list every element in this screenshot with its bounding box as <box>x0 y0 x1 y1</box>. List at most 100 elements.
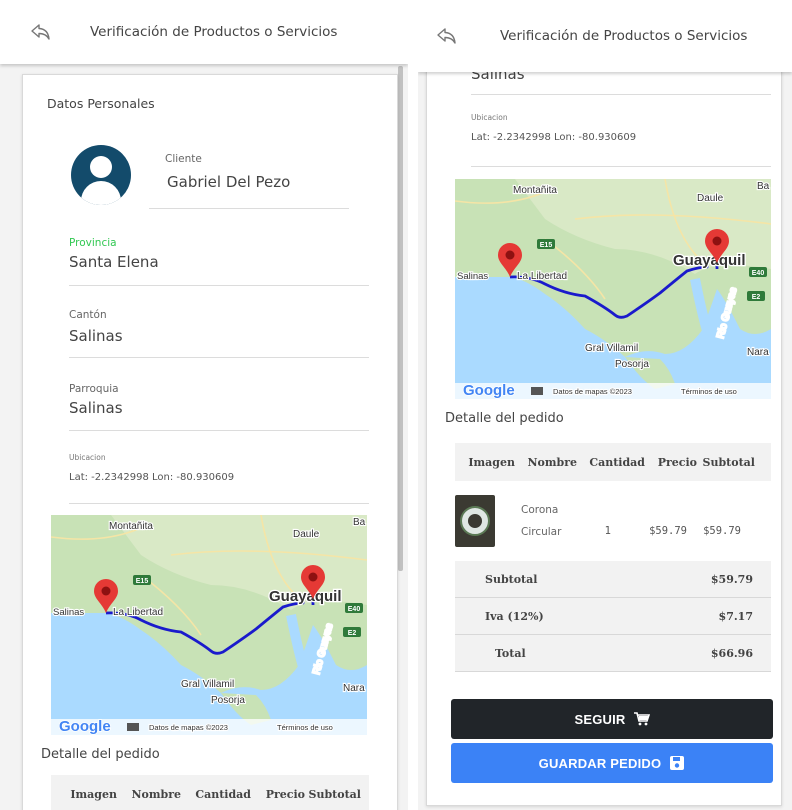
section-title-personal: Datos Personales <box>47 96 155 111</box>
svg-text:Google: Google <box>463 382 515 399</box>
save-order-button[interactable]: GUARDAR PEDIDO <box>451 743 773 783</box>
right-screen: Verificación de Productos o Servicios Sa… <box>418 0 792 810</box>
location-value: Lat: -2.2342998 Lon: -80.930609 <box>471 132 637 143</box>
product-qty: 1 <box>604 525 611 537</box>
svg-text:Google: Google <box>59 718 111 735</box>
col-image: Imagen <box>468 455 515 469</box>
svg-text:Montañita: Montañita <box>513 185 557 196</box>
summary-value: $7.17 <box>718 609 753 623</box>
svg-text:E15: E15 <box>136 578 149 585</box>
col-price: Precio <box>657 455 697 469</box>
col-qty: Cantidad <box>195 787 251 801</box>
client-value: Gabriel Del Pezo <box>167 173 291 191</box>
route-map[interactable]: E15 E40 E2 Montañita Daule Ba Guayaquil Salinas… <box>51 515 367 735</box>
parish-value[interactable]: Salinas <box>69 399 369 417</box>
col-name: Nombre <box>131 787 181 801</box>
product-price: $59.79 <box>649 525 687 537</box>
client-label: Cliente <box>165 153 202 165</box>
save-order-label: GUARDAR PEDIDO <box>538 755 662 771</box>
svg-text:Daule: Daule <box>293 529 320 540</box>
svg-text:E40: E40 <box>348 606 361 613</box>
svg-text:Ba: Ba <box>353 517 366 528</box>
province-field: Provincia Santa Elena <box>69 237 369 286</box>
back-arrow-icon[interactable] <box>26 17 56 47</box>
col-image: Imagen <box>70 787 117 801</box>
back-arrow-icon[interactable] <box>432 21 462 51</box>
top-bar: Verificación de Productos o Servicios <box>418 0 792 72</box>
svg-text:Salinas: Salinas <box>457 271 488 282</box>
order-table: Imagen Nombre Cantidad Precio Subtotal <box>51 775 369 810</box>
continue-label: SEGUIR <box>574 711 626 727</box>
product-image <box>455 495 495 547</box>
shopping-cart-icon <box>633 712 650 726</box>
canton-value[interactable]: Salinas <box>69 327 369 345</box>
col-subtotal: Subtotal <box>702 455 755 469</box>
order-summary: Subtotal $59.79 Iva (12%) $7.17 Total $6… <box>455 561 771 672</box>
svg-text:E15: E15 <box>540 242 553 249</box>
order-card: Salinas Ubicacion Lat: -2.2342998 Lon: -… <box>426 56 782 806</box>
col-subtotal: Subtotal <box>308 787 361 801</box>
summary-value: $59.79 <box>710 572 753 586</box>
table-row: Corona Circular 1 $59.79 $59.79 <box>455 481 771 561</box>
canton-label: Cantón <box>69 309 107 321</box>
page-title: Verificación de Productos o Servicios <box>90 24 338 40</box>
svg-text:Guayaquil: Guayaquil <box>269 588 342 605</box>
svg-text:Nara: Nara <box>343 683 365 694</box>
svg-text:Datos de mapas ©2023: Datos de mapas ©2023 <box>149 723 228 732</box>
canton-field: Cantón Salinas <box>69 309 369 358</box>
route-map[interactable]: E15 E40 E2 Montañita Daule Ba Guayaquil Salinas… <box>455 179 771 399</box>
svg-text:E2: E2 <box>752 294 761 301</box>
location-label: Ubicacion <box>471 113 508 122</box>
province-label: Provincia <box>69 237 117 249</box>
avatar-icon <box>71 145 131 205</box>
svg-text:E2: E2 <box>348 630 357 637</box>
product-subtotal: $59.79 <box>703 525 741 537</box>
table-header: Imagen Nombre Cantidad Precio Subtotal <box>455 443 771 481</box>
continue-button[interactable]: SEGUIR <box>451 699 773 739</box>
svg-text:Montañita: Montañita <box>109 521 153 532</box>
location-label: Ubicacion <box>69 453 106 462</box>
section-title-order: Detalle del pedido <box>41 747 160 762</box>
summary-row-iva: Iva (12%) $7.17 <box>455 598 771 635</box>
product-name: Corona Circular <box>521 504 562 538</box>
col-qty: Cantidad <box>589 455 645 469</box>
svg-text:Salinas: Salinas <box>53 607 84 618</box>
location-field: Ubicacion Lat: -2.2342998 Lon: -80.93060… <box>69 453 369 504</box>
province-value[interactable]: Santa Elena <box>69 253 369 271</box>
summary-label: Iva (12%) <box>485 609 544 623</box>
location-field: Ubicacion Lat: -2.2342998 Lon: -80.93060… <box>471 113 771 167</box>
svg-text:Daule: Daule <box>697 193 724 204</box>
svg-text:Nara: Nara <box>747 347 769 358</box>
parish-label: Parroquia <box>69 383 119 395</box>
summary-row-subtotal: Subtotal $59.79 <box>455 561 771 598</box>
parish-field: Parroquia Salinas <box>69 383 369 431</box>
left-screen: Verificación de Productos o Servicios Da… <box>0 0 408 810</box>
svg-text:Ba: Ba <box>757 181 770 192</box>
svg-text:Datos de mapas ©2023: Datos de mapas ©2023 <box>553 387 632 396</box>
page-title: Verificación de Productos o Servicios <box>500 28 748 44</box>
location-value: Lat: -2.2342998 Lon: -80.930609 <box>69 472 235 483</box>
table-header: Imagen Nombre Cantidad Precio Subtotal <box>51 775 369 810</box>
svg-text:E40: E40 <box>752 270 765 277</box>
summary-value: $66.96 <box>710 646 753 660</box>
personal-data-card: Datos Personales Cliente Gabriel Del Pez… <box>22 74 398 810</box>
svg-text:La Libertad: La Libertad <box>517 271 567 282</box>
svg-text:Términos de uso: Términos de uso <box>681 387 737 396</box>
scrollbar[interactable] <box>398 66 403 571</box>
col-price: Precio <box>265 787 305 801</box>
col-name: Nombre <box>527 455 577 469</box>
client-field: Cliente Gabriel Del Pezo <box>149 153 349 209</box>
svg-text:Posorja: Posorja <box>615 359 649 370</box>
svg-text:Guayaquil: Guayaquil <box>673 252 746 269</box>
section-title-order: Detalle del pedido <box>445 411 564 426</box>
summary-row-total: Total $66.96 <box>455 635 771 672</box>
svg-text:Gral Villamil: Gral Villamil <box>181 679 234 690</box>
top-bar: Verificación de Productos o Servicios <box>0 0 408 64</box>
summary-label: Subtotal <box>485 572 538 586</box>
svg-text:Gral Villamil: Gral Villamil <box>585 343 638 354</box>
svg-text:La Libertad: La Libertad <box>113 607 163 618</box>
summary-label: Total <box>495 646 526 660</box>
order-table: Imagen Nombre Cantidad Precio Subtotal C… <box>455 443 771 672</box>
floppy-disk-icon <box>670 756 685 770</box>
svg-text:Términos de uso: Términos de uso <box>277 723 333 732</box>
